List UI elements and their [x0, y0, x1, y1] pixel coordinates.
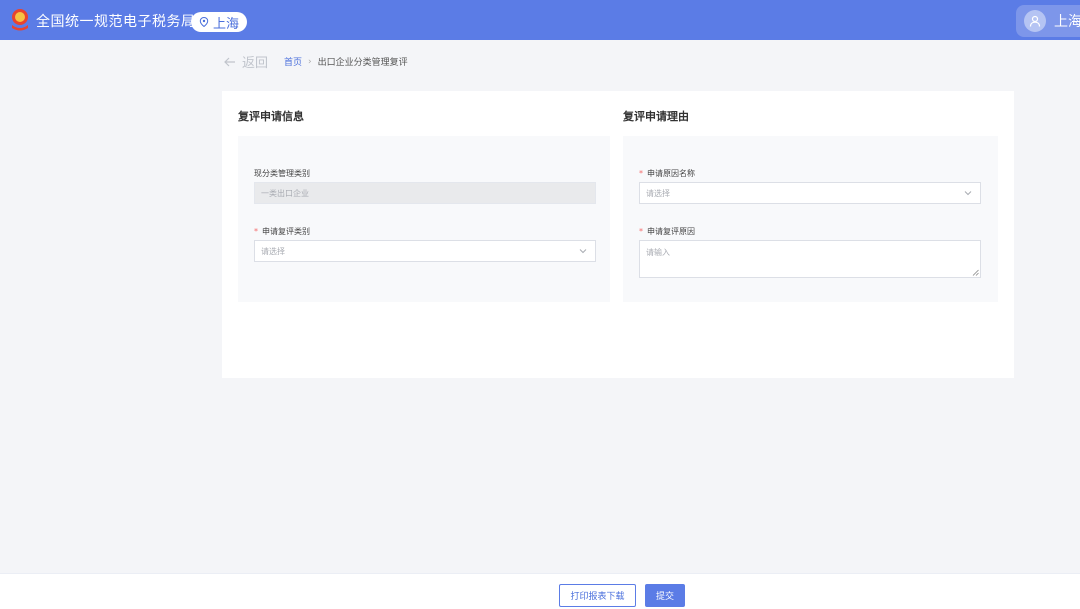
back-button[interactable]: 返回 — [224, 52, 268, 71]
reason-textarea[interactable]: 请输入 — [639, 240, 981, 278]
breadcrumb-separator: › — [308, 56, 312, 67]
site-title: 全国统一规范电子税务局 — [36, 14, 196, 30]
required-mark: * — [639, 169, 643, 178]
application-info-panel — [238, 136, 610, 302]
required-mark: * — [639, 227, 643, 236]
apply-category-placeholder: 请选择 — [261, 246, 285, 256]
breadcrumb-current: 出口企业分类管理复评 — [317, 58, 408, 68]
reason-label: * 申请复评原因 — [639, 226, 695, 237]
region-label: 上海 — [213, 16, 240, 32]
current-category-label: 现分类管理类别 — [254, 169, 310, 178]
reason-name-label-text: 申请原因名称 — [647, 169, 695, 178]
bottom-action-bar: 打印报表下载 提交 — [0, 573, 1080, 609]
breadcrumb: 首页 › 出口企业分类管理复评 — [284, 55, 408, 69]
chevron-down-icon — [964, 191, 972, 196]
section-title-application-reason: 复评申请理由 — [623, 110, 689, 123]
apply-category-label-text: 申请复评类别 — [262, 227, 310, 236]
section-title-application-info: 复评申请信息 — [238, 110, 304, 123]
top-navigation-bar: 全国统一规范电子税务局 上海 上海 — [0, 0, 1080, 40]
avatar — [1024, 10, 1046, 32]
reason-name-select[interactable]: 请选择 — [639, 182, 981, 204]
resize-handle-icon[interactable] — [972, 269, 979, 276]
region-selector[interactable]: 上海 — [191, 12, 247, 32]
arrow-left-icon — [224, 57, 235, 66]
reason-name-placeholder: 请选择 — [646, 188, 670, 198]
reason-placeholder: 请输入 — [646, 248, 670, 257]
apply-category-label: * 申请复评类别 — [254, 226, 310, 237]
current-category-value: 一类出口企业 — [261, 188, 309, 198]
chevron-down-icon — [579, 249, 587, 254]
review-form-card: 复评申请信息 现分类管理类别 一类出口企业 * 申请复评类别 请选择 复评申请理由… — [222, 91, 1014, 378]
tax-emblem-icon — [12, 9, 28, 31]
location-pin-icon — [199, 17, 209, 27]
current-category-field: 一类出口企业 — [254, 182, 596, 204]
user-icon — [1029, 15, 1041, 27]
user-name: 上海 — [1054, 14, 1080, 30]
print-download-button[interactable]: 打印报表下载 — [559, 584, 636, 607]
reason-label-text: 申请复评原因 — [647, 227, 695, 236]
required-mark: * — [254, 227, 258, 236]
reason-name-label: * 申请原因名称 — [639, 168, 695, 179]
user-menu[interactable]: 上海 — [1016, 5, 1080, 37]
apply-category-select[interactable]: 请选择 — [254, 240, 596, 262]
submit-button[interactable]: 提交 — [645, 584, 685, 607]
breadcrumb-home-link[interactable]: 首页 — [284, 55, 302, 68]
back-label: 返回 — [242, 56, 269, 71]
